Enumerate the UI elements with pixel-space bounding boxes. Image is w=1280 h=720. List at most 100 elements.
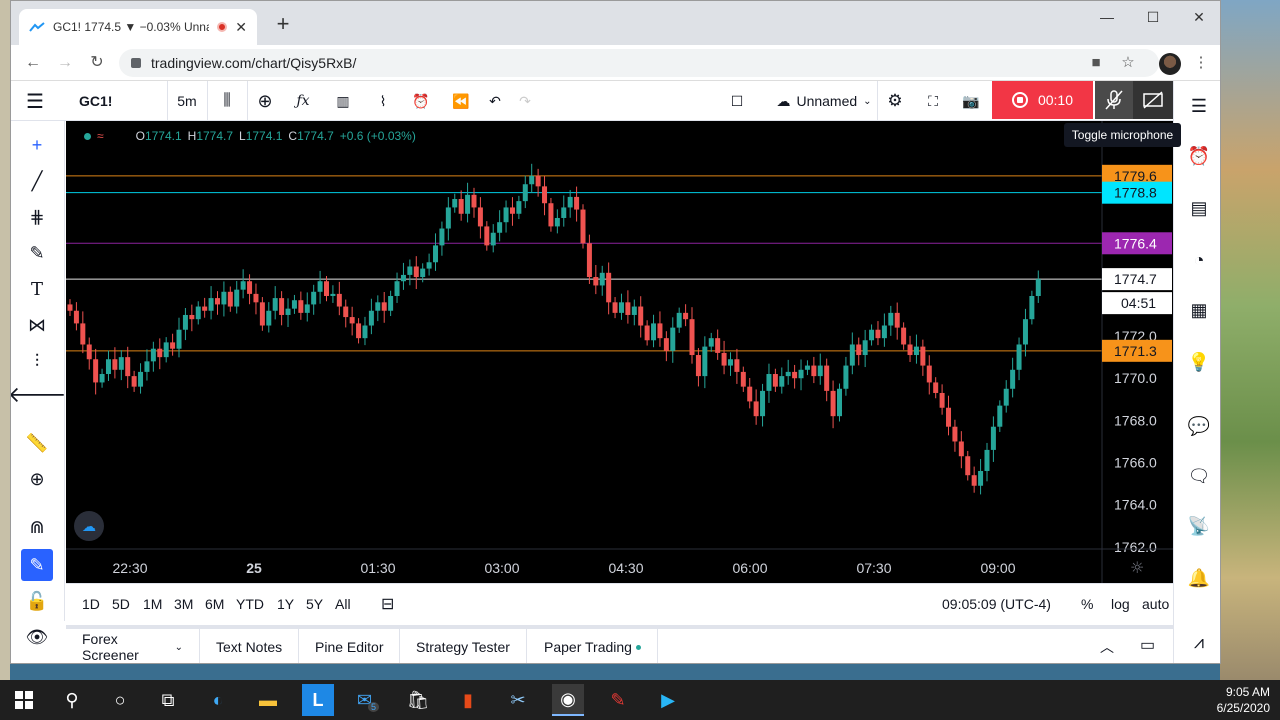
stay-in-drawing-mode-icon[interactable]: ✎ bbox=[21, 549, 53, 581]
hamburger-menu-icon[interactable]: ☰ bbox=[19, 81, 51, 121]
log-scale-toggle[interactable]: log bbox=[1111, 596, 1130, 612]
chrome-icon[interactable]: ◉ bbox=[552, 684, 584, 716]
toggle-microphone-button[interactable] bbox=[1095, 81, 1133, 119]
undo-icon[interactable]: ↶ bbox=[481, 81, 509, 121]
range-5d[interactable]: 5D bbox=[112, 596, 130, 612]
office-icon[interactable]: ▮ bbox=[452, 684, 484, 716]
magnet-icon[interactable]: ⋒ bbox=[21, 511, 53, 543]
patterns-icon[interactable]: ⋈ bbox=[21, 309, 53, 341]
range-1d[interactable]: 1D bbox=[82, 596, 100, 612]
candle-body bbox=[958, 441, 964, 457]
mail-icon[interactable]: ✉ 5 bbox=[352, 684, 384, 716]
templates-icon[interactable]: ▥ bbox=[327, 81, 359, 121]
back-arrow-tool-icon[interactable]: 🡐 bbox=[11, 379, 67, 411]
calendar-icon[interactable]: ▦ bbox=[1186, 297, 1212, 323]
back-arrow-icon[interactable]: ← bbox=[21, 51, 45, 75]
interval-button[interactable]: 5m bbox=[171, 81, 203, 121]
edge-browser-icon[interactable]: ◐ bbox=[202, 684, 234, 716]
chrome-menu-icon[interactable]: ⋮ bbox=[1189, 51, 1213, 75]
collapse-panel-icon[interactable]: ︿ bbox=[1100, 637, 1114, 657]
timezone-clock[interactable]: 09:05:09 (UTC-4) bbox=[942, 596, 1051, 612]
ruler-icon[interactable]: 📏 bbox=[21, 427, 53, 459]
range-1m[interactable]: 1M bbox=[143, 596, 162, 612]
url-field[interactable]: tradingview.com/chart/Qisy5RxB/ bbox=[119, 49, 1159, 77]
hide-panel-icon[interactable]: ⩘ bbox=[1186, 629, 1212, 655]
redo-icon[interactable]: ↷ bbox=[511, 81, 539, 121]
toggle-drawing-button[interactable] bbox=[1133, 81, 1173, 119]
tradingview-logo-icon[interactable]: ☁ bbox=[74, 511, 104, 541]
watchlist-icon[interactable]: ☰ bbox=[1186, 93, 1212, 119]
chats-icon[interactable]: 💬 bbox=[1186, 413, 1212, 439]
ideas-bulb-icon[interactable]: 💡 bbox=[1186, 349, 1212, 375]
lock-drawings-icon[interactable]: 🔓 bbox=[21, 585, 53, 617]
auto-scale-toggle[interactable]: auto bbox=[1142, 596, 1169, 612]
bookmark-star-icon[interactable]: ☆ bbox=[1116, 51, 1140, 75]
data-window-icon[interactable]: ▤ bbox=[1186, 195, 1212, 221]
range-6m[interactable]: 6M bbox=[205, 596, 224, 612]
l-app-icon[interactable]: L bbox=[302, 684, 334, 716]
brush-icon[interactable]: ✎ bbox=[21, 237, 53, 269]
maximize-icon[interactable]: ☐ bbox=[1130, 1, 1176, 33]
close-window-icon[interactable]: ✕ bbox=[1176, 1, 1220, 33]
goto-date-icon[interactable]: ⊟ bbox=[381, 594, 394, 614]
new-tab-button[interactable]: + bbox=[271, 13, 295, 37]
tab-pine-editor[interactable]: Pine Editor bbox=[299, 629, 401, 663]
range-ytd[interactable]: YTD bbox=[236, 596, 264, 612]
close-tab-icon[interactable]: ✕ bbox=[235, 19, 247, 36]
range-1y[interactable]: 1Y bbox=[277, 596, 294, 612]
maximize-panel-icon[interactable]: ▭ bbox=[1140, 635, 1155, 655]
compare-symbol-icon[interactable]: ⊕ bbox=[249, 81, 281, 121]
snapshot-camera-icon[interactable]: 📷 bbox=[955, 81, 987, 121]
trend-line-icon[interactable]: ╱ bbox=[21, 165, 53, 197]
forward-arrow-icon[interactable]: → bbox=[53, 51, 77, 75]
prediction-icon[interactable]: ⫶ bbox=[21, 345, 53, 377]
drawing-app-icon[interactable]: ✎ bbox=[602, 684, 634, 716]
range-3m[interactable]: 3M bbox=[174, 596, 193, 612]
fib-tool-icon[interactable]: ⋕ bbox=[21, 201, 53, 233]
file-explorer-icon[interactable]: ▬ bbox=[252, 684, 284, 716]
range-5y[interactable]: 5Y bbox=[306, 596, 323, 612]
tab-forex-screener[interactable]: Forex Screener ⌄ bbox=[66, 629, 200, 663]
candle-body bbox=[580, 209, 586, 244]
symbol-search-button[interactable]: GC1! bbox=[71, 81, 171, 121]
text-tool-icon[interactable]: T bbox=[21, 273, 53, 305]
browser-tab[interactable]: GC1! 1774.5 ▼ −0.03% Unna ✕ bbox=[19, 9, 257, 45]
cortana-circle-icon[interactable]: ○ bbox=[104, 684, 136, 716]
alert-icon[interactable]: ⏰ bbox=[405, 81, 437, 121]
settings-gear-icon[interactable]: ⚙ bbox=[879, 81, 911, 121]
chart-canvas[interactable]: 1770.01768.01766.01764.01762.01772.01779… bbox=[66, 121, 1173, 583]
alerts-clock-icon[interactable]: ⏰ bbox=[1186, 143, 1212, 169]
profile-avatar[interactable] bbox=[1159, 53, 1181, 75]
layout-select-icon[interactable]: ☐ bbox=[721, 81, 753, 121]
messages-icon[interactable]: 🗨 bbox=[1186, 463, 1212, 489]
tab-strategy-tester[interactable]: Strategy Tester bbox=[400, 629, 527, 663]
tab-paper-trading[interactable]: Paper Trading bbox=[528, 629, 658, 663]
zoom-in-icon[interactable]: ⊕ bbox=[21, 463, 53, 495]
hide-drawings-eye-icon[interactable]: 👁 bbox=[21, 621, 53, 653]
stop-recording-button[interactable]: 00:10 bbox=[992, 81, 1093, 119]
store-icon[interactable]: 🛍 bbox=[402, 684, 434, 716]
save-layout-button[interactable]: ☁ Unnamed ⌄ bbox=[759, 81, 889, 121]
replay-icon[interactable]: ⏪ bbox=[445, 81, 477, 121]
tab-text-notes[interactable]: Text Notes bbox=[200, 629, 300, 663]
financials-icon[interactable]: ⌇ bbox=[367, 81, 399, 121]
reload-icon[interactable]: ↻ bbox=[85, 51, 109, 75]
video-editor-icon[interactable]: ▶ bbox=[652, 684, 684, 716]
start-windows-icon[interactable] bbox=[8, 684, 40, 716]
streams-icon[interactable]: 📡 bbox=[1186, 513, 1212, 539]
percent-scale-toggle[interactable]: % bbox=[1081, 596, 1093, 612]
search-icon[interactable]: ⚲ bbox=[56, 684, 88, 716]
crosshair-icon[interactable]: + bbox=[21, 129, 53, 161]
range-all[interactable]: All bbox=[335, 596, 351, 612]
snipping-tool-icon[interactable]: ✂ bbox=[502, 684, 534, 716]
candles-style-icon[interactable]: ⫼ bbox=[211, 81, 243, 121]
indicators-icon[interactable]: ƒx bbox=[287, 81, 319, 121]
minimize-icon[interactable]: — bbox=[1084, 1, 1130, 33]
camera-access-icon[interactable]: ■ bbox=[1084, 51, 1108, 75]
task-view-icon[interactable]: ⧉ bbox=[152, 684, 184, 716]
system-clock[interactable]: 9:05 AM 6/25/2020 bbox=[1217, 684, 1270, 716]
fullscreen-icon[interactable]: ⛶ bbox=[917, 81, 949, 121]
notifications-bell-icon[interactable]: 🔔 bbox=[1186, 565, 1212, 591]
chart-area[interactable]: 1770.0 1768.0 1766.0 1764.0 1762.0 1772.0 1779… bbox=[66, 121, 1173, 583]
hotlists-icon[interactable]: ◔ bbox=[1186, 247, 1212, 273]
